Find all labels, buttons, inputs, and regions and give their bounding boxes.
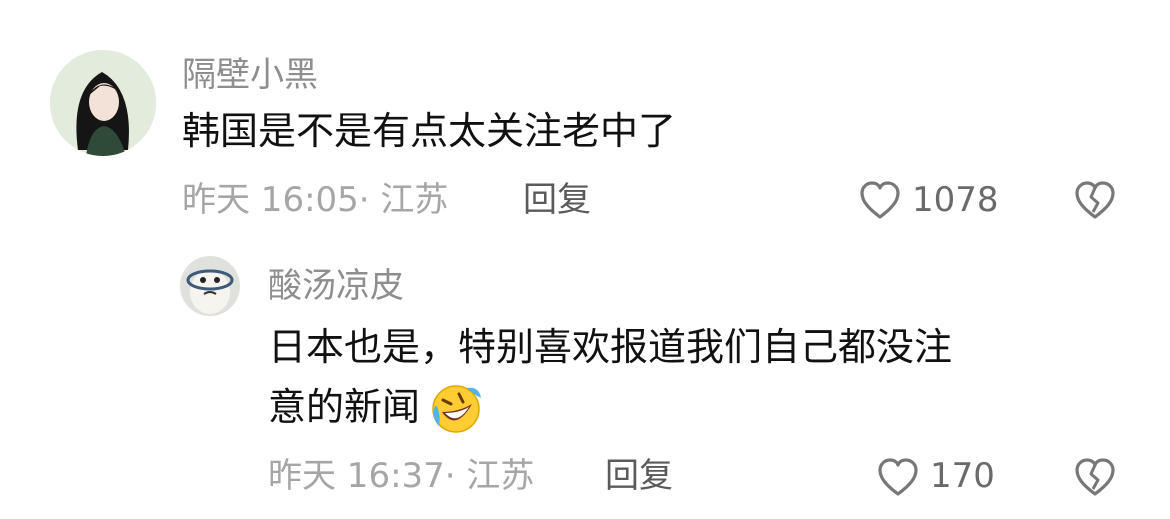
comment-text-line-1: 日本也是，特别喜欢报道我们自己都没注 <box>268 325 953 369</box>
comment-username[interactable]: 隔壁小黑 <box>182 55 318 95</box>
reply-button[interactable]: 回复 <box>605 456 673 496</box>
like-button[interactable] <box>876 456 920 500</box>
like-count: 1078 <box>912 180 999 220</box>
broken-heart-icon <box>1075 458 1115 496</box>
dislike-button[interactable] <box>1072 456 1118 500</box>
rolling-laugh-emoji-icon <box>429 382 483 436</box>
comment-username[interactable]: 酸汤凉皮 <box>268 266 404 306</box>
reply-button[interactable]: 回复 <box>523 180 591 220</box>
comment-text-line-2: 意的新闻 <box>268 385 421 429</box>
comment-text: 韩国是不是有点太关注老中了 <box>182 109 677 153</box>
avatar[interactable] <box>180 256 240 316</box>
comment-text-line-2-wrap: 意的新闻 <box>268 384 483 433</box>
like-count: 170 <box>930 456 995 496</box>
comment-meta: 昨天 16:37· 江苏 <box>268 456 534 496</box>
broken-heart-icon <box>1075 181 1115 219</box>
comment-time: 昨天 16:05 <box>182 180 359 220</box>
comment-meta: 昨天 16:05· 江苏 <box>182 180 448 220</box>
heart-outline-icon <box>878 458 918 496</box>
avatar[interactable] <box>50 50 156 156</box>
comment-location: · 江苏 <box>444 456 535 496</box>
dislike-button[interactable] <box>1072 179 1118 223</box>
comment-location: · 江苏 <box>358 180 449 220</box>
like-button[interactable] <box>858 179 902 223</box>
heart-outline-icon <box>860 181 900 219</box>
comment-time: 昨天 16:37 <box>268 456 445 496</box>
